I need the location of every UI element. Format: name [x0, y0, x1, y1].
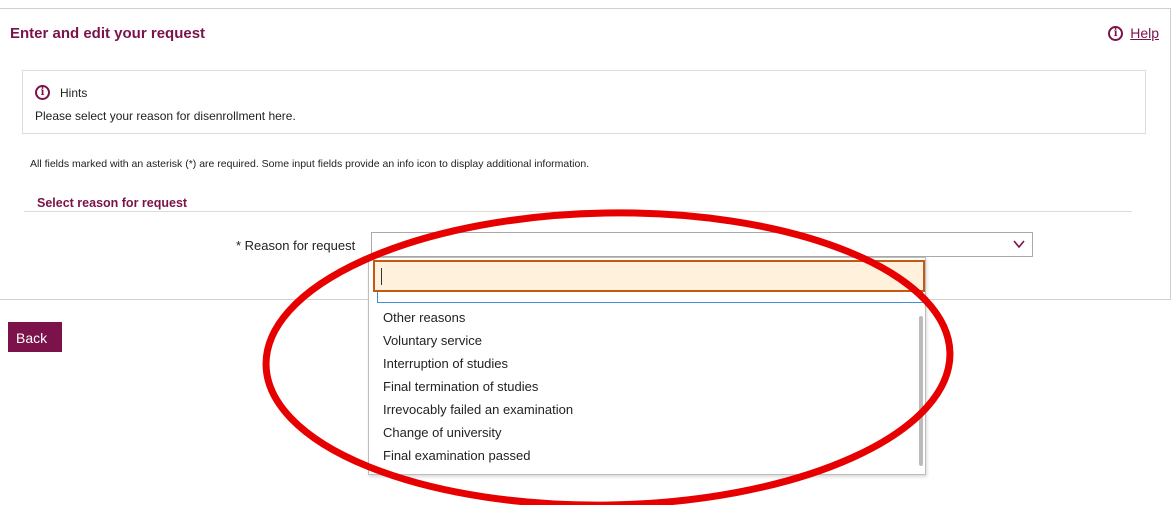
chevron-down-icon[interactable] — [1012, 237, 1026, 251]
dropdown-option[interactable]: Interruption of studies — [369, 352, 909, 375]
text-cursor — [381, 268, 382, 285]
hints-text: Please select your reason for disenrollm… — [35, 109, 296, 123]
dropdown-options: Other reasons Voluntary service Interrup… — [369, 306, 909, 467]
dropdown-option[interactable]: Other reasons — [369, 306, 909, 329]
info-icon: i — [35, 85, 50, 100]
section-title: Select reason for request — [37, 196, 188, 210]
info-icon: i — [1108, 25, 1124, 41]
back-button[interactable]: Back — [8, 322, 62, 352]
dropdown-empty-option[interactable] — [377, 292, 923, 303]
dropdown-option[interactable]: Final examination passed — [369, 444, 909, 467]
dropdown-option[interactable]: Final termination of studies — [369, 375, 909, 398]
help-link[interactable]: i Help — [1108, 25, 1159, 41]
reason-select[interactable] — [371, 232, 1033, 257]
hints-box: i Hints Please select your reason for di… — [22, 70, 1146, 134]
dropdown-option[interactable]: Change of university — [369, 421, 909, 444]
dropdown-search-input[interactable] — [373, 260, 925, 292]
required-fields-note: All fields marked with an asterisk (*) a… — [30, 158, 590, 170]
hints-title-label: Hints — [60, 85, 88, 100]
reason-field-label: * Reason for request — [236, 238, 356, 253]
section-divider — [24, 211, 1132, 212]
dropdown-option[interactable]: Voluntary service — [369, 329, 909, 352]
page-title: Enter and edit your request — [10, 25, 206, 42]
help-label[interactable]: Help — [1130, 25, 1159, 41]
dropdown-scrollbar[interactable] — [919, 316, 923, 466]
hints-title: i Hints — [35, 85, 87, 100]
dropdown-option[interactable]: Irrevocably failed an examination — [369, 398, 909, 421]
reason-dropdown: Other reasons Voluntary service Interrup… — [368, 257, 926, 475]
